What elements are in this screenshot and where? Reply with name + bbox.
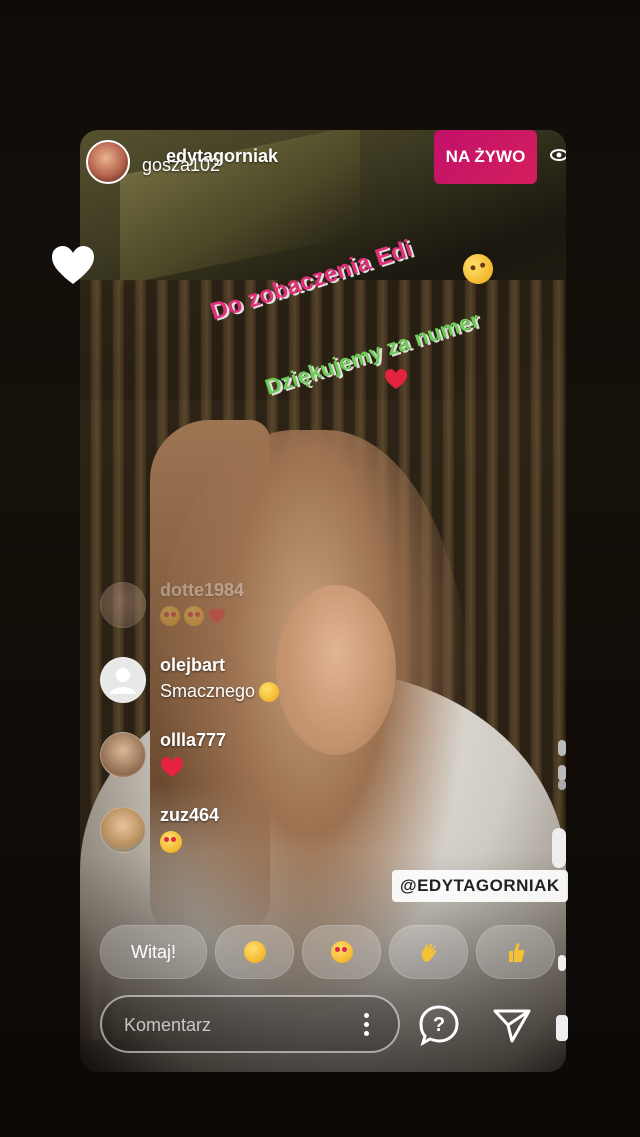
heart-eyes-emoji-icon (160, 831, 182, 853)
heart-eyes-emoji-icon (330, 941, 353, 963)
comment-list: dotte1984 olejbart Smacznego ollla777 zu… (100, 575, 420, 875)
more-options-icon[interactable] (364, 1013, 370, 1037)
waving-hand-icon (421, 943, 436, 962)
comment-text (160, 831, 182, 853)
comment-item[interactable]: ollla777 (100, 725, 420, 800)
comment-item[interactable]: olejbart Smacznego (100, 650, 420, 725)
comment-text (160, 756, 184, 778)
quick-reply-witaj[interactable]: Witaj! (100, 925, 207, 979)
laughing-emoji-icon (243, 941, 266, 963)
send-icon[interactable] (492, 1005, 532, 1045)
heart-eyes-emoji-icon (184, 606, 204, 626)
comment-input-box[interactable] (100, 995, 400, 1053)
comment-text: Smacznego (160, 681, 280, 702)
live-badge: NA ŻYWO (434, 130, 537, 184)
quick-reply-row: Witaj! (100, 925, 560, 979)
red-heart-icon (385, 369, 407, 389)
quick-reply-heart-eyes[interactable] (302, 925, 381, 979)
comment-item[interactable]: zuz464 (100, 800, 420, 875)
viewer-joined-name: gosza102 (142, 155, 221, 175)
commenter-name[interactable]: zuz464 (160, 805, 219, 826)
kiss-emoji-icon (259, 681, 280, 702)
commenter-name[interactable]: ollla777 (160, 730, 226, 751)
host-avatar[interactable] (86, 140, 130, 184)
commenter-avatar[interactable] (100, 807, 146, 853)
commenter-avatar[interactable] (100, 582, 146, 628)
floating-heart-icon (52, 246, 94, 284)
comment-item[interactable]: dotte1984 (100, 575, 420, 650)
question-icon[interactable]: ? (418, 1004, 460, 1046)
eye-icon (550, 149, 566, 161)
commenter-name[interactable]: dotte1984 (160, 580, 244, 601)
thumbs-up-icon (508, 943, 525, 962)
heart-eyes-emoji-icon (160, 606, 180, 626)
mention-tag[interactable]: @EDYTAGORNIAK (392, 870, 568, 902)
default-user-icon (110, 668, 136, 694)
commenter-avatar-placeholder[interactable] (100, 657, 146, 703)
red-heart-icon (209, 608, 225, 624)
quick-reply-thumbs-up[interactable] (476, 925, 555, 979)
commenter-avatar[interactable] (100, 732, 146, 778)
comment-text (160, 606, 226, 626)
commenter-name[interactable]: olejbart (160, 655, 225, 676)
svg-text:?: ? (433, 1014, 445, 1036)
quick-reply-laughing[interactable] (215, 925, 294, 979)
comment-input[interactable] (122, 1009, 346, 1041)
red-heart-icon (161, 757, 183, 777)
quick-reply-wave[interactable] (389, 925, 468, 979)
